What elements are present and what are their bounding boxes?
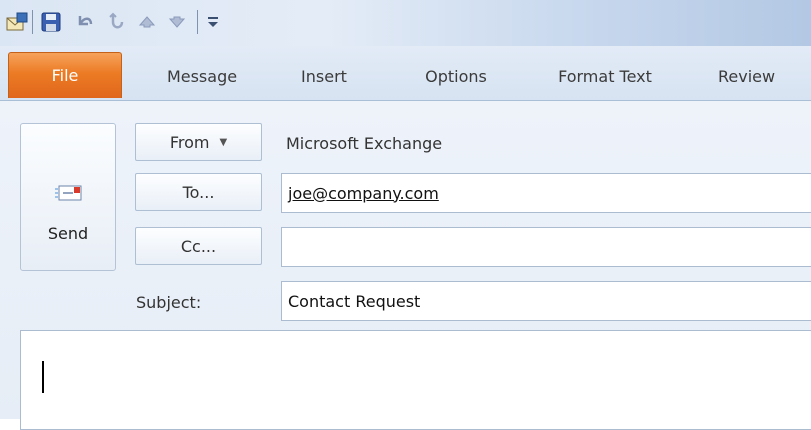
tab-review[interactable]: Review bbox=[718, 54, 811, 98]
cc-button[interactable]: Cc... bbox=[135, 227, 262, 265]
tab-file[interactable]: File bbox=[8, 52, 122, 98]
send-button[interactable]: Send bbox=[20, 123, 116, 271]
outlook-envelope-icon[interactable] bbox=[6, 11, 28, 33]
text-caret bbox=[42, 361, 44, 393]
tab-options[interactable]: Options bbox=[402, 54, 510, 98]
customize-toolbar-icon[interactable] bbox=[202, 11, 224, 33]
chevron-down-icon: ▼ bbox=[219, 136, 228, 148]
save-icon[interactable] bbox=[40, 11, 62, 33]
from-label: From bbox=[169, 132, 210, 152]
from-button[interactable]: From ▼ bbox=[135, 123, 262, 161]
message-body[interactable] bbox=[20, 330, 811, 430]
tab-format-text[interactable]: Format Text bbox=[540, 54, 670, 98]
next-item-icon[interactable] bbox=[166, 11, 188, 33]
compose-area: Send From ▼ Microsoft Exchange To... joe… bbox=[0, 101, 811, 430]
send-envelope-icon bbox=[55, 182, 87, 210]
undo-icon[interactable] bbox=[74, 11, 96, 33]
quick-access-toolbar bbox=[0, 0, 811, 46]
from-value: Microsoft Exchange bbox=[286, 134, 443, 153]
ribbon-tabs: File Message Insert Options Format Text … bbox=[0, 46, 811, 101]
redo-icon[interactable] bbox=[106, 11, 128, 33]
tab-insert[interactable]: Insert bbox=[282, 54, 366, 98]
tab-message[interactable]: Message bbox=[152, 54, 252, 98]
cc-field[interactable] bbox=[281, 227, 811, 267]
subject-field[interactable]: Contact Request bbox=[281, 281, 811, 321]
to-field[interactable]: joe@company.com bbox=[281, 173, 811, 213]
send-label: Send bbox=[47, 224, 89, 243]
previous-item-icon[interactable] bbox=[136, 11, 158, 33]
to-button[interactable]: To... bbox=[135, 173, 262, 211]
subject-label: Subject: bbox=[136, 293, 202, 312]
to-recipient[interactable]: joe@company.com bbox=[288, 184, 439, 203]
